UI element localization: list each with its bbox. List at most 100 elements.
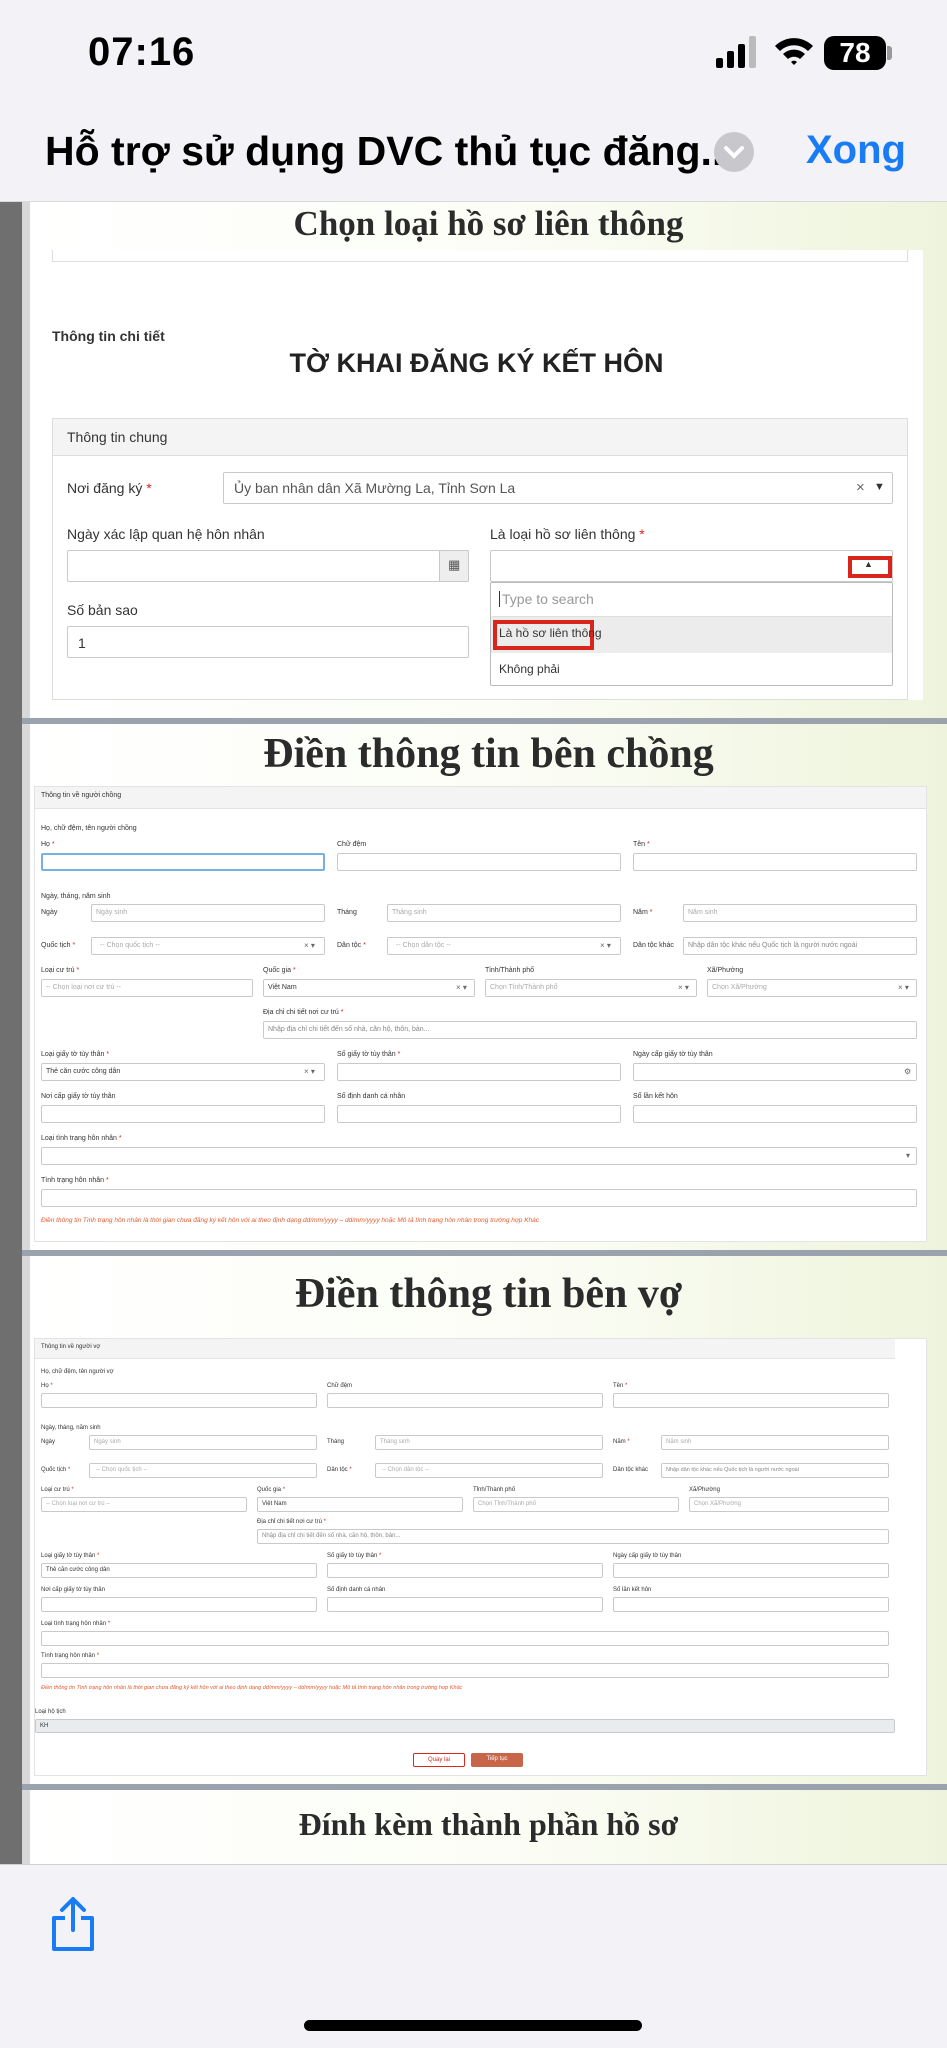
marital-status-input[interactable]	[41, 1189, 917, 1207]
next-button[interactable]: Tiếp tục	[471, 1753, 523, 1767]
document-content[interactable]: Chọn loại hồ sơ liên thông Thông tin chi…	[0, 202, 947, 1864]
wife-month-placeholder: Tháng sinh	[380, 1439, 410, 1445]
slide-2-title: Điền thông tin bên chồng	[263, 731, 714, 777]
address-input[interactable]: Nhập địa chỉ chi tiết đến số nhà, căn hộ…	[263, 1021, 917, 1039]
province-select[interactable]: Chọn Tỉnh/Thành phố × ▾	[485, 979, 697, 997]
nationality-placeholder: -- Chọn quốc tịch --	[100, 942, 160, 949]
surname-label: Họ *	[41, 841, 55, 848]
document-title[interactable]: Hỗ trợ sử dụng DVC thủ tục đăng...	[45, 128, 735, 175]
country-select[interactable]: Việt Nam × ▾	[263, 979, 475, 997]
wife-id-issue-place-input[interactable]	[41, 1597, 317, 1612]
wife-other-ethnicity-input[interactable]: Nhập dân tộc khác nếu Quốc tịch là người…	[661, 1463, 889, 1478]
other-ethnicity-input[interactable]: Nhập dân tộc khác nếu Quốc tịch là người…	[683, 937, 917, 955]
wife-surname-label: Họ *	[41, 1383, 53, 1389]
back-button[interactable]: Quay lại	[413, 1753, 465, 1767]
day-input[interactable]: Ngày sinh	[91, 904, 325, 922]
wife-day-input[interactable]: Ngày sinh	[89, 1435, 317, 1450]
wife-marital-type-select[interactable]	[41, 1631, 889, 1646]
wife-nationality-select[interactable]: -- Chọn quốc tịch --	[89, 1463, 317, 1478]
wife-country-value: Việt Nam	[262, 1501, 287, 1507]
wife-header: Thông tin về người vợ	[35, 1339, 895, 1359]
option-not-interconnect[interactable]: Không phải	[491, 653, 892, 685]
done-button[interactable]: Xong	[806, 128, 906, 173]
interconnect-type-select[interactable]: ▲	[490, 550, 893, 582]
top-panel-edge	[52, 250, 908, 262]
marital-type-select[interactable]: ▾	[41, 1147, 917, 1165]
wife-year-input[interactable]: Năm sinh	[661, 1435, 889, 1450]
given-name-input[interactable]	[633, 853, 917, 871]
personal-id-input[interactable]	[337, 1105, 621, 1123]
id-type-value: Thẻ căn cước công dân	[46, 1068, 121, 1075]
share-icon[interactable]	[48, 1896, 98, 1952]
wife-given-name-input[interactable]	[613, 1393, 889, 1408]
wife-middle-name-input[interactable]	[327, 1393, 603, 1408]
wife-surname-input[interactable]	[41, 1393, 317, 1408]
husband-form-screenshot: Thông tin về người chồng Họ, chữ đệm, tê…	[34, 786, 927, 1242]
country-value: Việt Nam	[268, 984, 297, 991]
wife-id-issue-date-input[interactable]	[613, 1563, 889, 1578]
wife-address-placeholder: Nhập địa chỉ chi tiết đến số nhà, căn hộ…	[262, 1533, 401, 1539]
nationality-select[interactable]: -- Chọn quốc tịch -- × ▾	[91, 937, 325, 955]
id-issue-place-input[interactable]	[41, 1105, 325, 1123]
year-label: Năm *	[633, 909, 653, 916]
detail-label: Thông tin chi tiết	[52, 328, 165, 344]
wife-ward-label: Xã/Phường	[689, 1487, 720, 1493]
month-input[interactable]: Tháng sinh	[387, 904, 621, 922]
wife-country-select[interactable]: Việt Nam	[257, 1497, 463, 1512]
wife-id-number-input[interactable]	[327, 1563, 603, 1578]
calendar-icon[interactable]: ▦	[439, 550, 469, 582]
marriage-count-input[interactable]	[633, 1105, 917, 1123]
battery-icon: 78	[824, 36, 886, 70]
month-label: Tháng	[337, 909, 357, 916]
wife-marriage-count-input[interactable]	[613, 1597, 889, 1612]
wife-header-title: Thông tin về người vợ	[41, 1344, 101, 1350]
ward-label: Xã/Phường	[707, 967, 744, 974]
year-input[interactable]: Năm sinh	[683, 904, 917, 922]
id-number-input[interactable]	[337, 1063, 621, 1081]
wife-other-ethnicity-label: Dân tộc khác	[613, 1467, 649, 1473]
residence-type-select[interactable]: -- Chọn loại nơi cư trú --	[41, 979, 253, 997]
wife-id-number-label: Số giấy tờ tùy thân *	[327, 1553, 382, 1559]
registration-place-value: Ủy ban nhân dân Xã Mường La, Tỉnh Sơn La	[234, 480, 516, 496]
surname-input[interactable]	[41, 853, 325, 871]
wife-ward-select[interactable]: Chọn Xã/Phường	[689, 1497, 889, 1512]
title-menu-button[interactable]	[714, 132, 754, 172]
wife-day-label: Ngày	[41, 1439, 56, 1445]
dropdown-search-input[interactable]: Type to search	[491, 583, 892, 617]
id-issue-place-label: Nơi cấp giấy tờ tùy thân	[41, 1093, 116, 1100]
residence-type-placeholder: -- Chọn loại nơi cư trú --	[46, 984, 122, 991]
marriage-date-input[interactable]	[67, 550, 469, 582]
middle-name-input[interactable]	[337, 853, 621, 871]
day-label: Ngày	[41, 909, 58, 916]
wife-year-label: Năm *	[613, 1439, 630, 1445]
wife-year-placeholder: Năm sinh	[666, 1439, 692, 1445]
wife-marital-status-input[interactable]	[41, 1663, 889, 1678]
wife-province-placeholder: Chọn Tỉnh/Thành phố	[478, 1501, 536, 1507]
ward-select[interactable]: Chọn Xã/Phường × ▾	[707, 979, 917, 997]
dropdown-arrow-icon: ▼	[874, 481, 885, 493]
search-placeholder: Type to search	[499, 591, 594, 607]
wife-month-input[interactable]: Tháng sinh	[375, 1435, 603, 1450]
registration-place-select[interactable]: Ủy ban nhân dân Xã Mường La, Tỉnh Sơn La…	[223, 472, 893, 504]
copies-input[interactable]: 1	[67, 626, 469, 658]
address-placeholder: Nhập địa chỉ chi tiết đến số nhà, căn hộ…	[268, 1026, 430, 1033]
wife-id-type-select[interactable]: Thẻ căn cước công dân	[41, 1563, 317, 1578]
wife-residence-type-select[interactable]: -- Chọn loại nơi cư trú --	[41, 1497, 247, 1512]
wife-personal-id-input[interactable]	[327, 1597, 603, 1612]
id-issue-date-input[interactable]: ⚙	[633, 1063, 917, 1081]
wife-ethnicity-select[interactable]: -- Chọn dân tộc --	[375, 1463, 603, 1478]
option-interconnect[interactable]: Là hồ sơ liên thông	[491, 617, 892, 653]
other-ethnicity-placeholder: Nhập dân tộc khác nếu Quốc tịch là người…	[688, 942, 858, 949]
interconnect-type-label: Là loại hồ sơ liên thông *	[490, 526, 645, 542]
middle-name-label: Chữ đệm	[337, 841, 367, 848]
id-issue-date-label: Ngày cấp giấy tờ tùy thân	[633, 1051, 713, 1058]
wife-address-input[interactable]: Nhập địa chỉ chi tiết đến số nhà, căn hộ…	[257, 1529, 889, 1544]
slide-3: Điền thông tin bên vợ Thông tin về người…	[30, 1256, 947, 1784]
cellular-signal-icon	[716, 36, 756, 68]
gear-icon[interactable]: ⚙	[904, 1067, 911, 1076]
id-type-select[interactable]: Thẻ căn cước công dân × ▾	[41, 1063, 325, 1081]
wife-province-select[interactable]: Chọn Tỉnh/Thành phố	[473, 1497, 679, 1512]
ethnicity-select[interactable]: -- Chọn dân tộc -- × ▾	[387, 937, 621, 955]
wife-id-issue-place-label: Nơi cấp giấy tờ tùy thân	[41, 1587, 105, 1593]
clear-icon[interactable]: ×	[856, 479, 865, 496]
